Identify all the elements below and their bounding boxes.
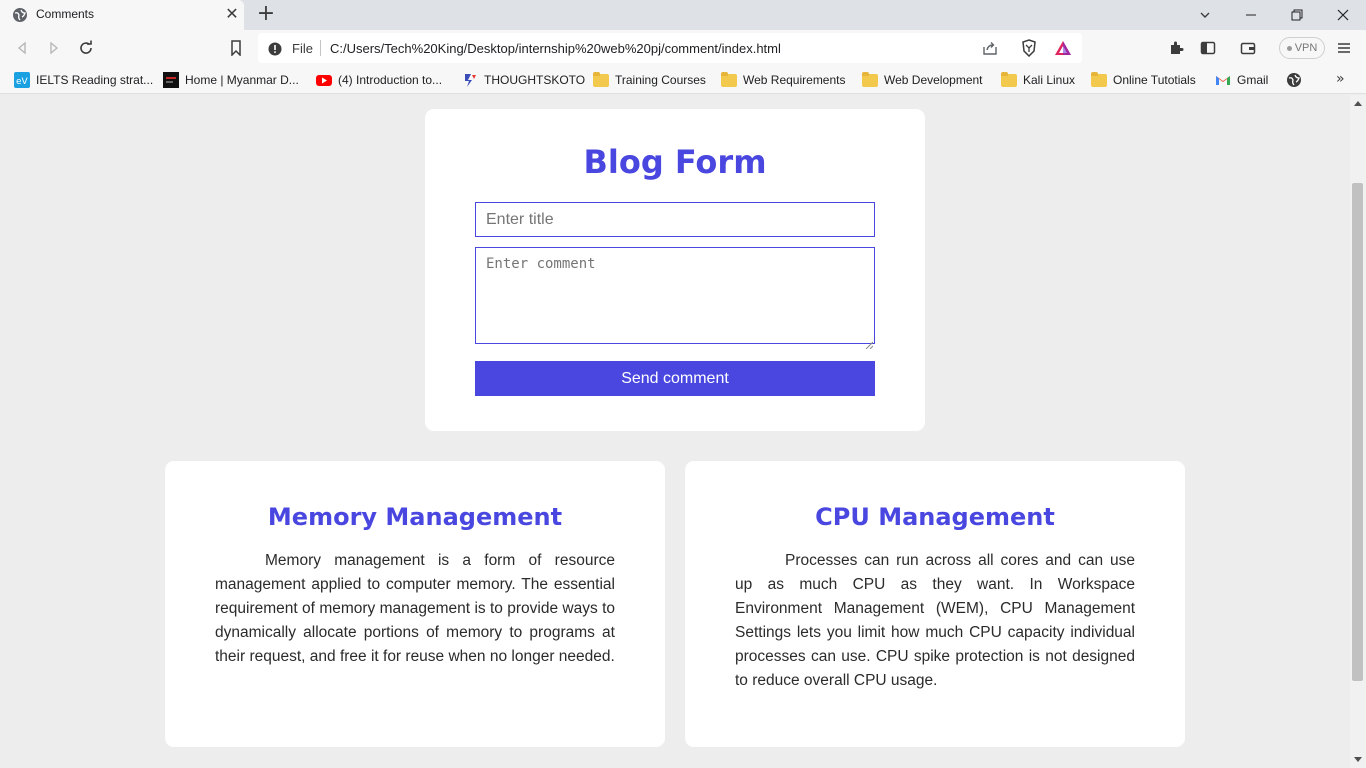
close-window-icon[interactable] — [1320, 0, 1366, 30]
forward-icon[interactable] — [44, 38, 64, 58]
comment-textarea[interactable] — [475, 247, 875, 344]
folder-icon — [1091, 71, 1107, 87]
memory-management-card: Memory Management Memory management is a… — [165, 461, 665, 747]
bookmark-item[interactable]: (4) Introduction to... — [316, 71, 442, 89]
globe-icon — [12, 7, 28, 23]
bookmark-item[interactable]: Gmail — [1215, 71, 1268, 89]
page-scrollbar[interactable] — [1350, 95, 1366, 768]
browser-tab[interactable]: Comments ✕ — [0, 0, 244, 30]
send-comment-button[interactable]: Send comment — [475, 361, 875, 396]
resize-grip-icon[interactable] — [865, 334, 874, 350]
folder-icon — [862, 71, 878, 87]
sidebar-icon[interactable] — [1198, 38, 1218, 58]
site-icon — [163, 72, 179, 88]
card-title: CPU Management — [815, 503, 1055, 531]
close-tab-icon[interactable]: ✕ — [224, 6, 240, 22]
vpn-status-dot-icon — [1286, 45, 1292, 51]
svg-text:eV: eV — [16, 77, 29, 87]
ev-icon: eV — [14, 72, 30, 88]
brave-shields-icon[interactable] — [1020, 39, 1038, 58]
tab-title: Comments — [36, 7, 95, 21]
omnibox-divider — [320, 40, 321, 56]
folder-icon — [1001, 71, 1017, 87]
youtube-icon — [316, 72, 332, 88]
bookmark-icon[interactable] — [226, 38, 246, 58]
tab-search-icon[interactable] — [1182, 0, 1228, 30]
world-icon[interactable] — [1286, 71, 1302, 89]
extensions-icon[interactable] — [1166, 38, 1186, 58]
card-text: Memory management is a form of resource … — [215, 552, 615, 665]
scroll-thumb[interactable] — [1352, 183, 1363, 681]
tab-strip: Comments ✕ + — [0, 0, 1366, 30]
title-input[interactable] — [475, 202, 875, 237]
wallet-icon[interactable] — [1238, 38, 1258, 58]
reload-icon[interactable] — [76, 38, 96, 58]
bookmark-folder[interactable]: Online Tutotials — [1091, 71, 1196, 89]
url-text[interactable]: C:/Users/Tech%20King/Desktop/internship%… — [330, 41, 781, 56]
browser-toolbar: File C:/Users/Tech%20King/Desktop/intern… — [0, 30, 1366, 66]
address-bar[interactable]: File C:/Users/Tech%20King/Desktop/intern… — [258, 33, 1082, 63]
blog-form-card: Blog Form Send comment — [425, 109, 925, 431]
bookmark-item[interactable]: eV IELTS Reading strat... — [14, 71, 153, 89]
vpn-button[interactable]: VPN — [1279, 37, 1325, 59]
url-scheme: File — [292, 41, 313, 56]
brave-rewards-icon[interactable] — [1054, 39, 1072, 57]
form-title: Blog Form — [583, 143, 767, 181]
vpn-label: VPN — [1294, 42, 1318, 54]
bookmarks-bar: eV IELTS Reading strat... Home | Myanmar… — [0, 66, 1366, 94]
folder-icon — [593, 71, 609, 87]
minimize-icon[interactable] — [1228, 0, 1274, 30]
more-bookmarks-icon[interactable]: » — [1336, 71, 1345, 87]
thoughtskoto-icon — [462, 72, 478, 88]
back-icon[interactable] — [12, 38, 32, 58]
bookmark-folder[interactable]: Training Courses — [593, 71, 706, 89]
site-info-icon[interactable] — [268, 41, 282, 56]
restore-icon[interactable] — [1274, 0, 1320, 30]
card-title: Memory Management — [267, 503, 563, 531]
bookmark-folder[interactable]: Web Development — [862, 71, 983, 89]
cpu-management-card: CPU Management Processes can run across … — [685, 461, 1185, 747]
menu-icon[interactable] — [1334, 38, 1354, 58]
share-icon[interactable] — [982, 40, 998, 56]
folder-icon — [721, 71, 737, 87]
new-tab-button[interactable]: + — [256, 3, 276, 25]
scroll-up-icon[interactable] — [1354, 101, 1362, 106]
bookmark-item[interactable]: THOUGHTSKOTO — [462, 71, 585, 89]
bookmark-item[interactable]: Home | Myanmar D... — [163, 71, 299, 89]
scroll-down-icon[interactable] — [1354, 757, 1362, 762]
page-viewport: Blog Form Send comment Memory Management… — [0, 95, 1350, 768]
card-text: Processes can run across all cores and c… — [735, 552, 1135, 689]
bookmark-folder[interactable]: Web Requirements — [721, 71, 846, 89]
gmail-icon — [1215, 72, 1231, 88]
bookmark-folder[interactable]: Kali Linux — [1001, 71, 1075, 89]
